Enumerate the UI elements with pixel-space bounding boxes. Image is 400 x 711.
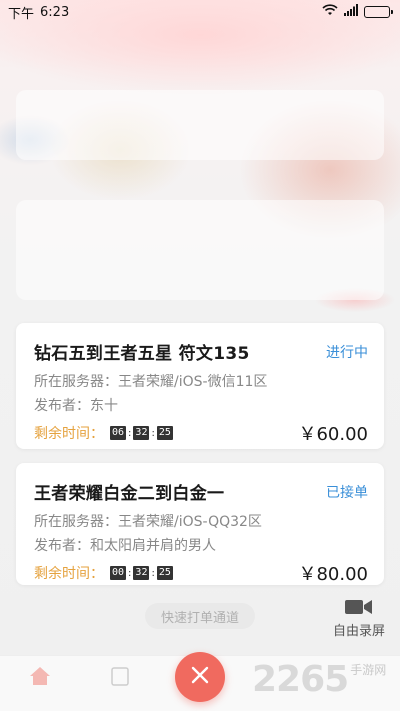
countdown-timer: 00 : 32 : 25 [110, 566, 173, 580]
status-bar: 下午 6:23 [0, 0, 400, 24]
remaining-time-label: 剩余时间： [34, 426, 104, 442]
countdown-timer: 06 : 32 : 25 [110, 426, 173, 440]
nav-item-orders [100, 666, 140, 690]
free-record-button[interactable]: 自由录屏 [330, 597, 388, 639]
order-title: 钻石五到王者五星 符文135 [34, 344, 250, 364]
wifi-icon [322, 4, 338, 20]
order-status: 已接单 [326, 484, 368, 501]
quick-pass-button[interactable]: 快速打单通道 [145, 603, 255, 629]
order-card[interactable]: 王者荣耀白金二到白金一 已接单 所在服务器：王者荣耀/iOS-QQ32区 发布者… [16, 463, 384, 585]
order-title: 王者荣耀白金二到白金一 [34, 484, 225, 504]
order-price: ￥60.00 [298, 424, 368, 445]
blurred-banner [16, 90, 384, 160]
order-publisher: 发布者：东十 [34, 398, 118, 414]
order-card[interactable]: 钻石五到王者五星 符文135 进行中 所在服务器：王者荣耀/iOS-微信11区 … [16, 323, 384, 449]
status-period: 下午 [8, 6, 35, 22]
order-server: 所在服务器：王者荣耀/iOS-微信11区 [34, 374, 268, 390]
order-status: 进行中 [326, 344, 368, 361]
record-label: 自由录屏 [332, 624, 385, 639]
signal-icon [344, 4, 358, 20]
video-camera-icon [330, 597, 388, 617]
remaining-time-label: 剩余时间： [34, 566, 104, 582]
nav-item-home [20, 666, 60, 690]
order-price: ￥80.00 [298, 564, 368, 585]
blurred-panel [16, 200, 384, 300]
order-publisher: 发布者：和太阳肩并肩的男人 [34, 538, 216, 554]
watermark-logo: 2265 手游网 [252, 660, 386, 700]
status-time: 6:23 [40, 4, 70, 20]
close-button[interactable] [175, 652, 225, 702]
watermark-number: 2265 [252, 659, 349, 700]
battery-icon [364, 6, 393, 18]
close-icon [191, 666, 209, 688]
watermark-text: 手游网 [350, 663, 387, 677]
order-server: 所在服务器：王者荣耀/iOS-QQ32区 [34, 514, 262, 530]
